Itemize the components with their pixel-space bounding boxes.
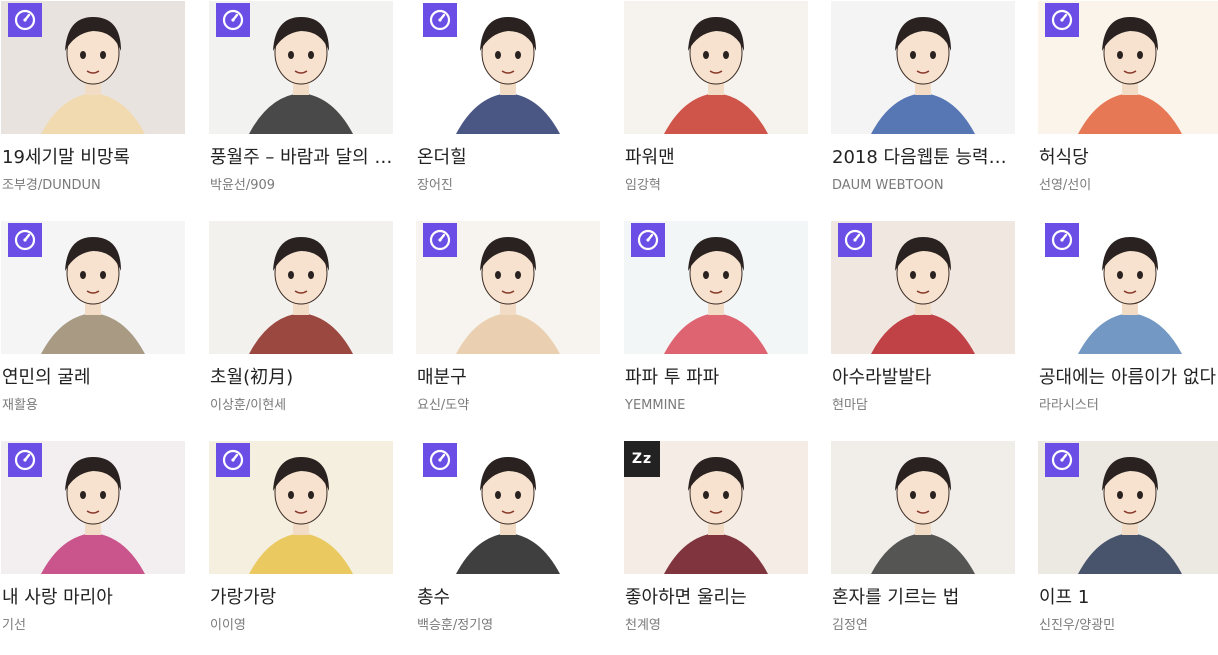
webtoon-author: 선영/선이: [1039, 178, 1092, 193]
webtoon-author: 신진우/양광민: [1039, 618, 1116, 633]
clock-icon: [423, 3, 457, 37]
webtoon-title[interactable]: 풍월주 – 바람과 달의 주인: [210, 146, 394, 170]
webtoon-author: 조부경/DUNDUN: [2, 178, 101, 193]
cover-art: [209, 221, 393, 354]
webtoon-card[interactable]: 연민의 굴레재활용: [0, 221, 186, 435]
webtoon-title[interactable]: 매분구: [417, 366, 601, 390]
webtoon-title[interactable]: 19세기말 비망록: [2, 146, 186, 170]
webtoon-grid: 19세기말 비망록 조부경/DUNDUN 풍월주 – 바람과 달의 주인 박윤선/90…: [0, 0, 1218, 641]
webtoon-author: 요신/도약: [417, 398, 470, 413]
webtoon-author: 박윤선/909: [210, 178, 276, 193]
cover-art: [831, 1, 1015, 134]
webtoon-title[interactable]: 연민의 굴레: [2, 366, 186, 390]
webtoon-title[interactable]: 아수라발발타: [832, 366, 1016, 390]
webtoon-card[interactable]: 가랑가랑이이영: [208, 441, 394, 655]
webtoon-card[interactable]: 파파 투 파파 YEMMINE: [623, 221, 809, 435]
webtoon-card[interactable]: 내 사랑 마리아기선: [0, 441, 186, 655]
clock-icon: [631, 223, 665, 257]
webtoon-card[interactable]: 파워맨임강혁: [623, 1, 809, 215]
webtoon-title[interactable]: 파워맨: [625, 146, 809, 170]
webtoon-author: YEMMINE: [625, 398, 686, 413]
clock-icon: [423, 223, 457, 257]
webtoon-card[interactable]: 초월(初月) 이상훈/이현세: [208, 221, 394, 435]
clock-icon: [216, 3, 250, 37]
webtoon-title[interactable]: 좋아하면 울리는: [625, 586, 809, 610]
clock-icon: [216, 443, 250, 477]
webtoon-author: 현마담: [832, 398, 868, 413]
webtoon-author: 이이영: [210, 618, 246, 633]
clock-icon: [8, 223, 42, 257]
webtoon-card[interactable]: 풍월주 – 바람과 달의 주인박윤선/909: [208, 1, 394, 215]
clock-icon: [1045, 3, 1079, 37]
webtoon-author: 재활용: [2, 398, 38, 413]
webtoon-thumbnail[interactable]: [831, 1, 1015, 134]
webtoon-card[interactable]: 허식당선영/선이: [1037, 1, 1218, 215]
webtoon-card[interactable]: 혼자를 기르는 법김정연: [830, 441, 1016, 655]
webtoon-card[interactable]: 2018 다음웹툰 능력고사 DAUM WEBTOON: [830, 1, 1016, 215]
webtoon-title[interactable]: 가랑가랑: [210, 586, 394, 610]
webtoon-title[interactable]: 초월(初月): [210, 366, 394, 390]
webtoon-thumbnail[interactable]: [624, 1, 808, 134]
webtoon-title[interactable]: 온더힐: [417, 146, 601, 170]
webtoon-thumbnail[interactable]: [209, 221, 393, 354]
webtoon-author: DAUM WEBTOON: [832, 178, 944, 193]
webtoon-card[interactable]: Zz 좋아하면 울리는천계영: [623, 441, 809, 655]
webtoon-card[interactable]: 이프 1 신진우/양광민: [1037, 441, 1218, 655]
webtoon-author: 장어진: [417, 178, 453, 193]
webtoon-author: 임강혁: [625, 178, 661, 193]
clock-icon: [423, 443, 457, 477]
clock-icon: [8, 443, 42, 477]
webtoon-title[interactable]: 총수: [417, 586, 601, 610]
clock-icon: [8, 3, 42, 37]
webtoon-author: 천계영: [625, 618, 661, 633]
webtoon-author: 김정연: [832, 618, 868, 633]
webtoon-author: 기선: [2, 618, 26, 633]
webtoon-title[interactable]: 2018 다음웹툰 능력고사: [832, 146, 1016, 170]
webtoon-author: 백승훈/정기영: [417, 618, 494, 633]
webtoon-card[interactable]: 아수라발발타현마담: [830, 221, 1016, 435]
webtoon-author: 라라시스터: [1039, 398, 1099, 413]
webtoon-title[interactable]: 공대에는 아름이가 없다: [1039, 366, 1218, 390]
clock-icon: [1045, 223, 1079, 257]
webtoon-card[interactable]: 19세기말 비망록조부경/DUNDUN: [0, 1, 186, 215]
webtoon-title[interactable]: 혼자를 기르는 법: [832, 586, 1016, 610]
webtoon-title[interactable]: 허식당: [1039, 146, 1218, 170]
cover-art: [831, 441, 1015, 574]
clock-icon: [838, 223, 872, 257]
cover-art: [624, 1, 808, 134]
webtoon-card[interactable]: 총수백승훈/정기영: [415, 441, 601, 655]
webtoon-title[interactable]: 이프 1: [1039, 586, 1218, 610]
webtoon-title[interactable]: 내 사랑 마리아: [2, 586, 186, 610]
sleep-badge: Zz: [624, 441, 660, 477]
webtoon-card[interactable]: 공대에는 아름이가 없다라라시스터: [1037, 221, 1218, 435]
webtoon-card[interactable]: 매분구요신/도약: [415, 221, 601, 435]
webtoon-title[interactable]: 파파 투 파파: [625, 366, 809, 390]
webtoon-thumbnail[interactable]: [831, 441, 1015, 574]
clock-icon: [1045, 443, 1079, 477]
webtoon-card[interactable]: 온더힐장어진: [415, 1, 601, 215]
webtoon-author: 이상훈/이현세: [210, 398, 287, 413]
